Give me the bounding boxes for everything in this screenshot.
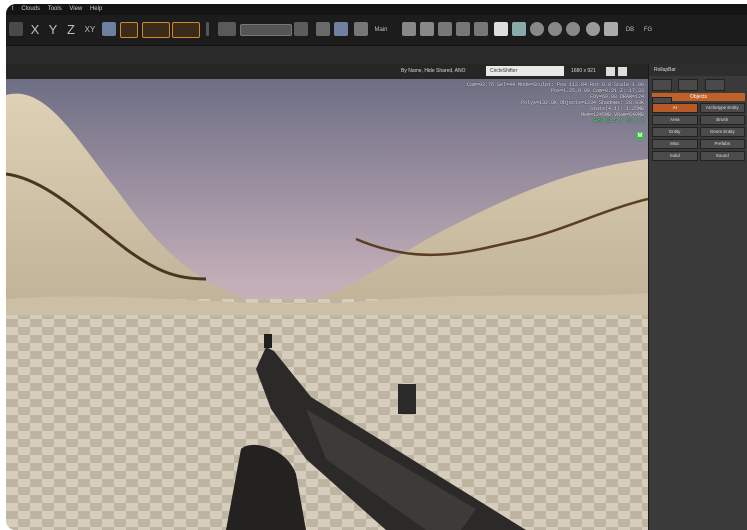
layer-icon[interactable]	[354, 22, 368, 36]
menu-item-tools[interactable]: Tools	[48, 6, 62, 12]
editor-window: t Clouds Tools View Help X Y Z XY Main D…	[6, 4, 747, 530]
menu-bar: t Clouds Tools View Help	[6, 4, 747, 15]
select-object-icon[interactable]	[218, 22, 236, 36]
maximize-viewport-icon[interactable]	[606, 67, 615, 76]
options-icon[interactable]	[566, 22, 580, 36]
rollup-title: RollupBar	[649, 64, 747, 76]
render-stats: Cam=92.76 Sel=44 Mode=Sculpt: Pos 112.04…	[467, 82, 644, 124]
brush-button[interactable]: Brush	[699, 115, 745, 125]
rollup-panel: RollupBar Objects AI Archetype Entity Ar…	[648, 64, 747, 530]
solid-button[interactable]: Solid	[652, 151, 698, 161]
resolution-label: 1680 x 921	[571, 68, 596, 74]
physics-icon[interactable]	[420, 22, 434, 36]
terrain-snap-icon[interactable]	[102, 22, 116, 36]
toolbar-divider-icon	[206, 22, 209, 36]
flowgraph-icon[interactable]	[494, 22, 508, 36]
cog-icon[interactable]	[548, 22, 562, 36]
database-icon[interactable]	[512, 22, 526, 36]
unlink-object-icon[interactable]	[334, 22, 348, 36]
filter-label[interactable]: By Name, Hide Shared, ANO	[401, 64, 465, 79]
menu-item-help[interactable]: Help	[90, 6, 102, 12]
scene-viewport[interactable]: Cam=92.76 Sel=44 Mode=Sculpt: Pos 112.04…	[6, 79, 648, 530]
snap-icon[interactable]	[9, 22, 23, 36]
search-input[interactable]: CircleShifter	[486, 66, 564, 76]
link-object-icon[interactable]	[316, 22, 330, 36]
grid-snap-icon[interactable]	[142, 22, 170, 38]
reload-icon[interactable]	[586, 22, 600, 36]
geom-entity-button[interactable]: Geom Entity	[699, 127, 745, 137]
axis-y-button[interactable]: Y	[46, 21, 60, 39]
settings-gear-icon[interactable]	[530, 22, 544, 36]
misc-button[interactable]: Misc	[652, 139, 698, 149]
graph-icon[interactable]	[474, 22, 488, 36]
entity-button[interactable]: Entity	[652, 127, 698, 137]
prefabs-button[interactable]: Prefabs	[699, 139, 745, 149]
menu-item-clouds[interactable]: Clouds	[21, 6, 40, 12]
tab-terrain-icon[interactable]	[678, 79, 699, 91]
angle-snap-icon[interactable]	[172, 22, 200, 38]
area-button[interactable]: Area	[652, 115, 698, 125]
main-toolbar: X Y Z XY Main DB FG	[6, 15, 747, 46]
viewport-header: By Name, Hide Shared, ANO CircleShifter …	[6, 64, 648, 79]
mode-badge: M	[636, 132, 644, 140]
fps-counter: FPS 62.5 ( 82.1 )	[592, 118, 644, 124]
goto-selection-icon[interactable]	[402, 22, 416, 36]
ai-button[interactable]: AI	[652, 103, 698, 113]
fg-button[interactable]: FG	[640, 21, 656, 39]
archetype-entity-button[interactable]: Archetype Entity	[699, 103, 745, 113]
viewport-options-icon[interactable]	[618, 67, 627, 76]
character-icon[interactable]	[604, 22, 618, 36]
menu-item-file[interactable]: t	[12, 6, 14, 12]
terrain-tool-icon[interactable]	[438, 22, 452, 36]
tab-objects-icon[interactable]	[652, 79, 672, 91]
axis-xy-button[interactable]: XY	[82, 21, 98, 39]
vegetation-icon[interactable]	[456, 22, 470, 36]
tab-modify-icon[interactable]	[704, 79, 725, 91]
delete-selection-icon[interactable]	[294, 22, 308, 36]
axis-z-button[interactable]: Z	[64, 21, 78, 39]
menu-item-view[interactable]: View	[69, 6, 82, 12]
db-button[interactable]: DB	[622, 21, 638, 39]
sound-button[interactable]: Sound	[699, 151, 745, 161]
layer-label[interactable]: Main	[370, 21, 392, 39]
object-type-grid: AI Archetype Entity Area Brush Entity Ge…	[652, 103, 745, 161]
rollup-tabs	[652, 78, 745, 109]
scene-render	[6, 79, 648, 530]
toolbar-spacer	[6, 46, 747, 64]
camera-snap-icon[interactable]	[120, 22, 138, 38]
axis-x-button[interactable]: X	[28, 21, 42, 39]
selection-name-field[interactable]	[240, 24, 292, 36]
